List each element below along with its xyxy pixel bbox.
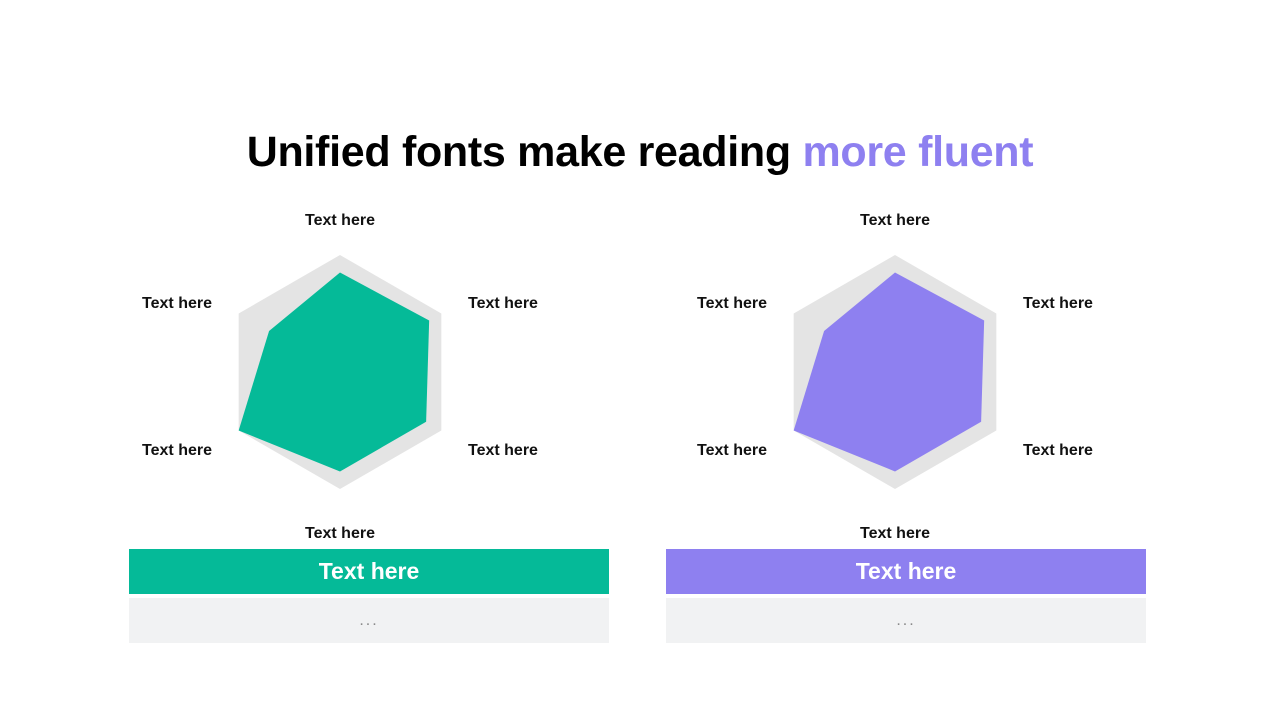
left-radar-axis-label-3: Text here	[468, 442, 538, 459]
right-radar-axis-label-6: Text here	[697, 295, 767, 312]
left-radar-chart: Text here Text here Text here Text here Text…	[142, 212, 538, 542]
left-radar-axis-label-1: Text here	[305, 212, 375, 229]
right-panel-header: Text here	[666, 549, 1146, 594]
left-radar-axis-label-6: Text here	[142, 295, 212, 312]
left-radar-axis-label-4: Text here	[305, 525, 375, 542]
right-radar-axis-label-3: Text here	[1023, 442, 1093, 459]
right-radar-axis-label-5: Text here	[697, 442, 767, 459]
right-radar-axis-label-4: Text here	[860, 525, 930, 542]
right-radar-axis-label-2: Text here	[1023, 295, 1093, 312]
right-radar-axis-label-1: Text here	[860, 212, 930, 229]
left-radar-axis-label-5: Text here	[142, 442, 212, 459]
left-radar-axis-label-2: Text here	[468, 295, 538, 312]
left-panel-header: Text here	[129, 549, 609, 594]
right-panel-body: ...	[666, 598, 1146, 643]
right-radar-chart: Text here Text here Text here Text here Text…	[697, 212, 1093, 542]
left-panel-body: ...	[129, 598, 609, 643]
